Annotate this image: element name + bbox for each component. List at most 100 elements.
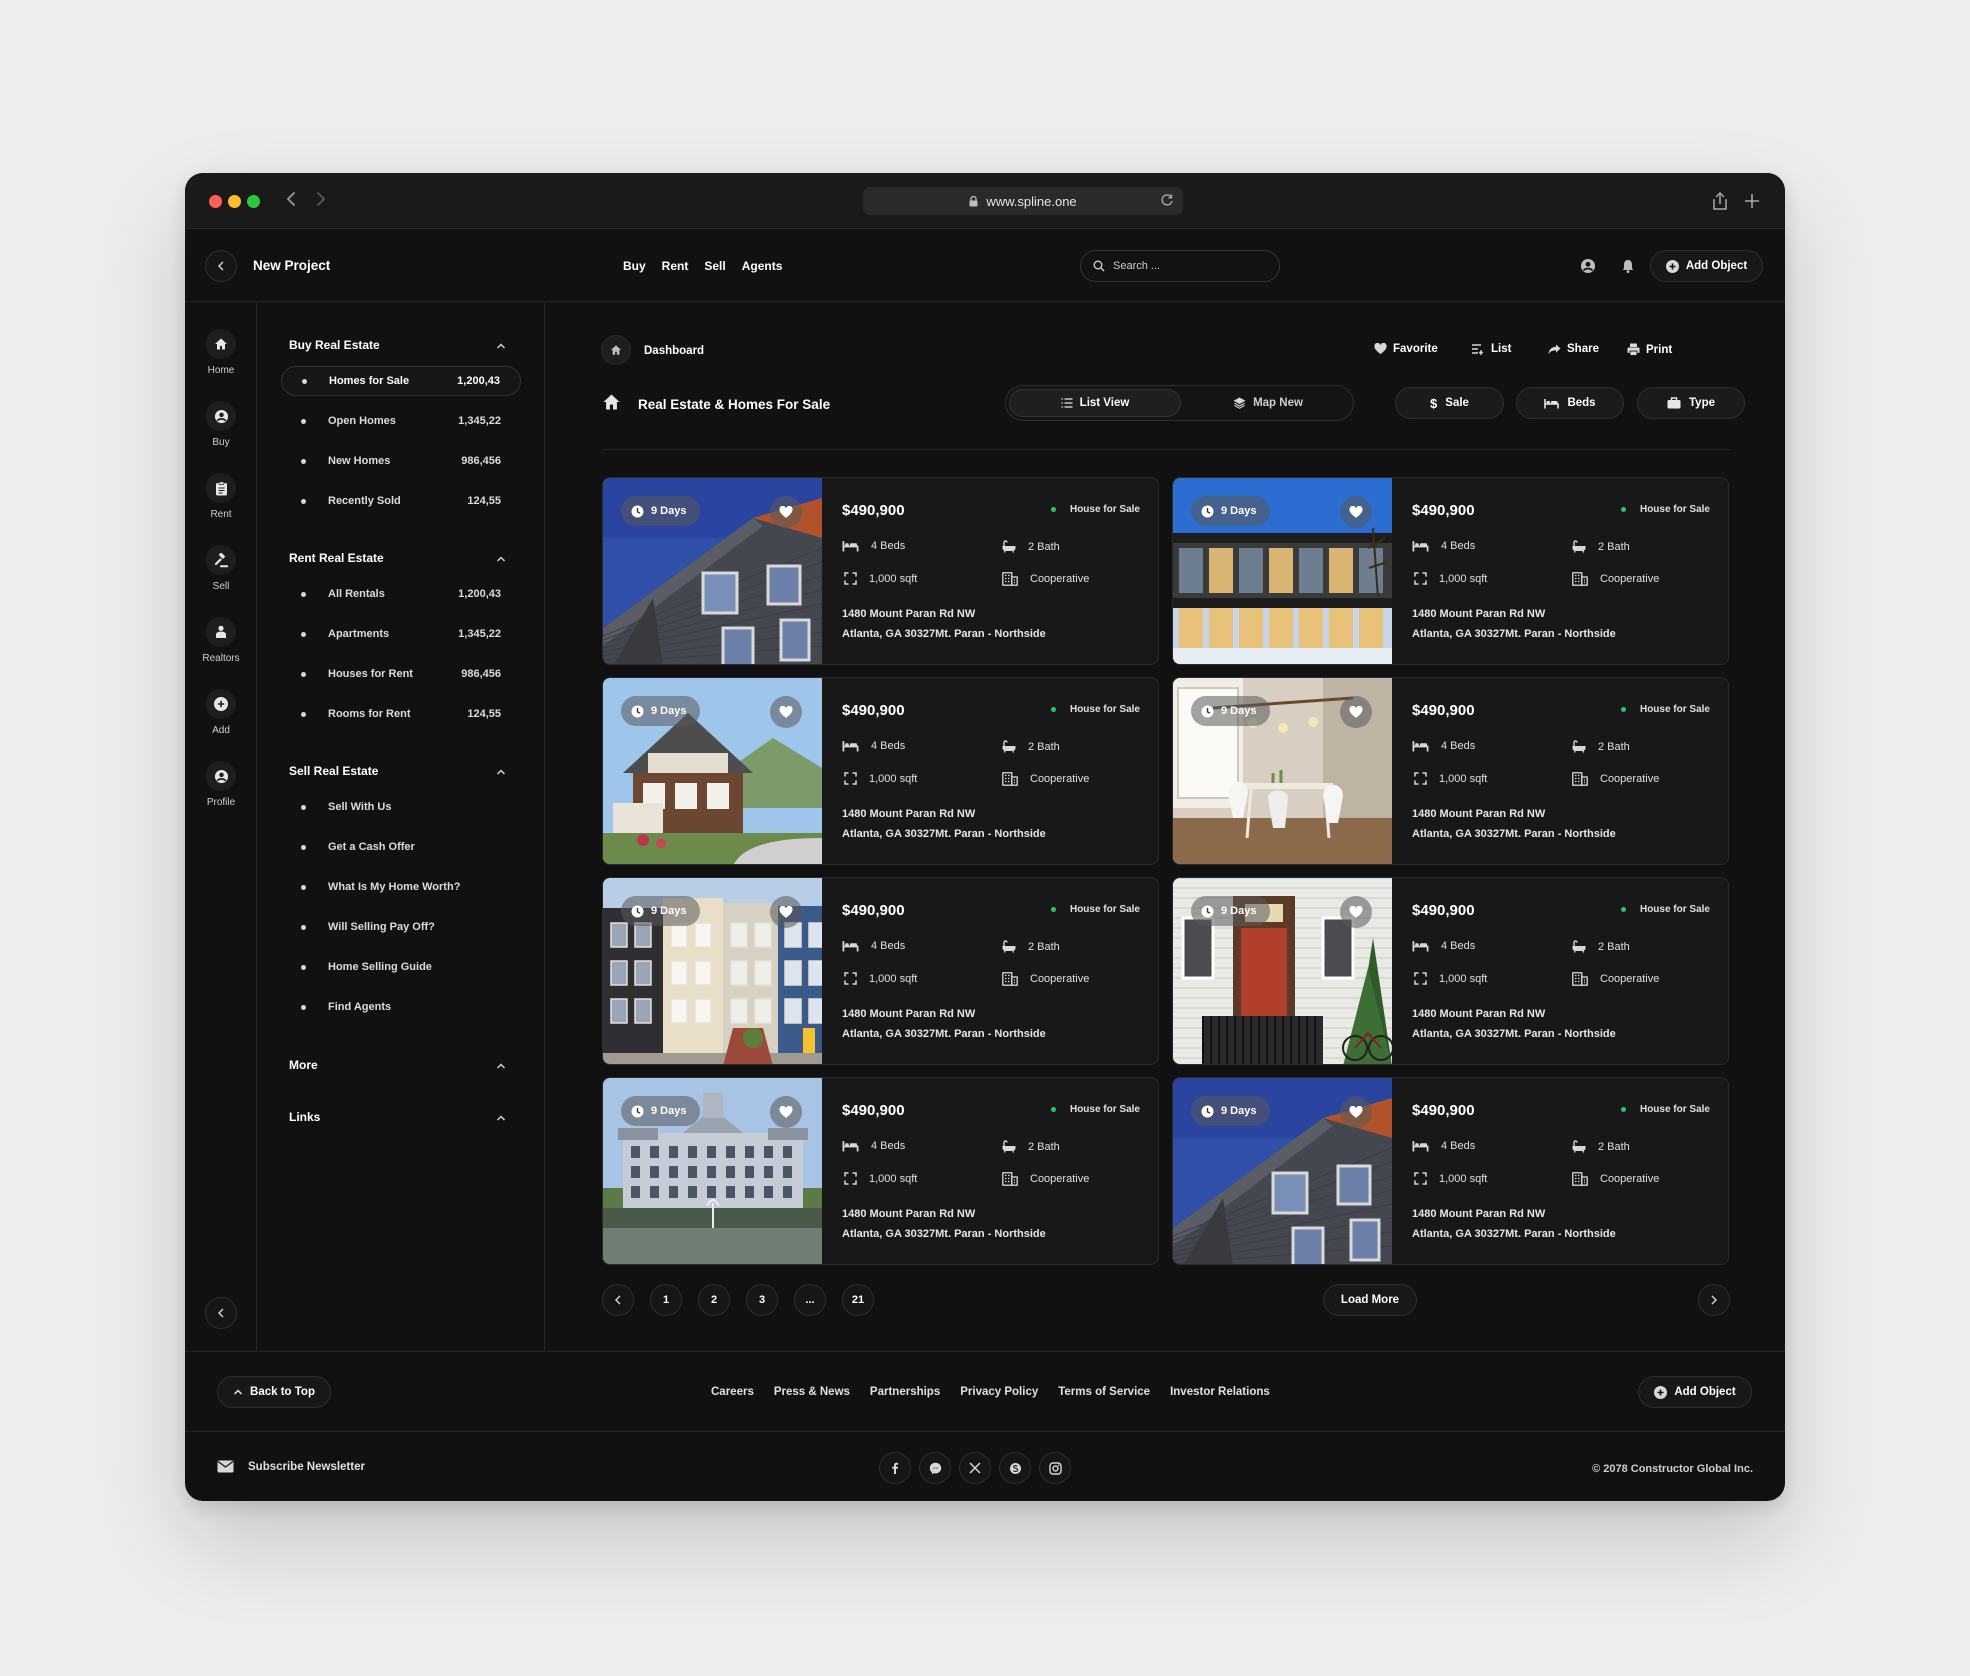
sidebar-item[interactable]: Find Agents bbox=[281, 992, 521, 1022]
rail-rent[interactable]: Rent bbox=[185, 473, 257, 520]
favorite-button[interactable] bbox=[1340, 896, 1372, 928]
reload-icon[interactable] bbox=[1159, 192, 1175, 208]
listing-card[interactable]: 9 Days $490,900 House for Sale 4 Beds 2 Bath… bbox=[1172, 1077, 1729, 1265]
action-print[interactable]: Print bbox=[1627, 343, 1672, 356]
sidebar-item[interactable]: Get a Cash Offer bbox=[281, 832, 521, 862]
favorite-button[interactable] bbox=[1340, 1096, 1372, 1128]
listing-image[interactable]: 9 Days bbox=[603, 478, 822, 664]
new-tab-plus-icon[interactable] bbox=[1741, 190, 1763, 212]
listing-image[interactable]: 9 Days bbox=[1173, 1078, 1392, 1264]
listing-card[interactable]: 9 Days $490,900 House for Sale 4 Beds 2 Bath… bbox=[1172, 477, 1729, 665]
add-object-button[interactable]: Add Object bbox=[1650, 250, 1763, 282]
nav-agents[interactable]: Agents bbox=[742, 259, 783, 273]
sidebar-item[interactable]: Home Selling Guide bbox=[281, 952, 521, 982]
close-window-dot[interactable] bbox=[209, 195, 222, 208]
chevron-up-icon[interactable] bbox=[495, 765, 507, 777]
listing-image[interactable]: 9 Days bbox=[1173, 678, 1392, 864]
minimize-window-dot[interactable] bbox=[228, 195, 241, 208]
rail-profile[interactable]: Profile bbox=[185, 761, 257, 808]
collapse-rail-button[interactable] bbox=[205, 1297, 237, 1329]
page-3[interactable]: 3 bbox=[746, 1284, 778, 1316]
sidebar-item[interactable]: Homes for Sale 1,200,43 bbox=[281, 366, 521, 396]
messenger-icon[interactable] bbox=[919, 1452, 951, 1484]
sidebar-item[interactable]: Rooms for Rent 124,55 bbox=[281, 699, 521, 729]
rail-sell[interactable]: Sell bbox=[185, 545, 257, 592]
address-bar[interactable]: www.spline.one bbox=[863, 187, 1183, 215]
next-page-button[interactable] bbox=[1698, 1284, 1730, 1316]
rail-home[interactable]: Home bbox=[185, 329, 257, 376]
footer-link-partnerships[interactable]: Partnerships bbox=[870, 1386, 940, 1398]
footer-add-object-button[interactable]: Add Object bbox=[1638, 1376, 1752, 1408]
x-icon[interactable] bbox=[959, 1452, 991, 1484]
sidebar-section-title[interactable]: Sell Real Estate bbox=[289, 764, 378, 778]
chevron-up-icon[interactable] bbox=[495, 1111, 507, 1123]
chevron-up-icon[interactable] bbox=[495, 1059, 507, 1071]
footer-link-press[interactable]: Press & News bbox=[774, 1386, 850, 1398]
sidebar-section-title[interactable]: Rent Real Estate bbox=[289, 551, 384, 565]
filter-beds[interactable]: Beds bbox=[1516, 387, 1624, 419]
listing-card[interactable]: 9 Days $490,900 House for Sale 4 Beds 2 Bath… bbox=[602, 877, 1159, 1065]
filter-type[interactable]: Type bbox=[1637, 387, 1745, 419]
favorite-button[interactable] bbox=[770, 496, 802, 528]
listing-card[interactable]: 9 Days $490,900 House for Sale 4 Beds 2 Bath… bbox=[1172, 677, 1729, 865]
nav-sell[interactable]: Sell bbox=[704, 259, 725, 273]
sidebar-section-title[interactable]: Buy Real Estate bbox=[289, 338, 380, 352]
facebook-icon[interactable] bbox=[879, 1452, 911, 1484]
sidebar-item[interactable]: All Rentals 1,200,43 bbox=[281, 579, 521, 609]
footer-link-investors[interactable]: Investor Relations bbox=[1170, 1386, 1270, 1398]
sidebar-item[interactable]: Houses for Rent 986,456 bbox=[281, 659, 521, 689]
skype-icon[interactable] bbox=[999, 1452, 1031, 1484]
page-21[interactable]: 21 bbox=[842, 1284, 874, 1316]
favorite-button[interactable] bbox=[1340, 496, 1372, 528]
breadcrumb[interactable]: Dashboard bbox=[644, 345, 704, 357]
listing-image[interactable]: 9 Days bbox=[603, 1078, 822, 1264]
sidebar-item[interactable]: Apartments 1,345,22 bbox=[281, 619, 521, 649]
subscribe-newsletter-link[interactable]: Subscribe Newsletter bbox=[217, 1460, 365, 1473]
nav-rent[interactable]: Rent bbox=[662, 259, 689, 273]
sidebar-item[interactable]: What Is My Home Worth? bbox=[281, 872, 521, 902]
listing-card[interactable]: 9 Days $490,900 House for Sale 4 Beds 2 Bath… bbox=[602, 1077, 1159, 1265]
favorite-button[interactable] bbox=[1340, 696, 1372, 728]
action-favorite[interactable]: Favorite bbox=[1374, 343, 1438, 355]
chevron-up-icon[interactable] bbox=[495, 339, 507, 351]
chevron-up-icon[interactable] bbox=[495, 552, 507, 564]
filter-sale[interactable]: $ Sale bbox=[1395, 387, 1504, 419]
sidebar-item[interactable]: New Homes 986,456 bbox=[281, 446, 521, 476]
listing-image[interactable]: 9 Days bbox=[1173, 878, 1392, 1064]
footer-link-careers[interactable]: Careers bbox=[711, 1386, 754, 1398]
action-list[interactable]: List bbox=[1471, 343, 1511, 355]
bell-icon[interactable] bbox=[1620, 258, 1636, 274]
listing-image[interactable]: 9 Days bbox=[1173, 478, 1392, 664]
list-view-button[interactable]: List View bbox=[1009, 389, 1181, 417]
page-1[interactable]: 1 bbox=[650, 1284, 682, 1316]
footer-link-privacy[interactable]: Privacy Policy bbox=[960, 1386, 1038, 1398]
listing-card[interactable]: 9 Days $490,900 House for Sale 4 Beds 2 Bath… bbox=[602, 677, 1159, 865]
breadcrumb-home-button[interactable] bbox=[601, 335, 631, 365]
rail-realtors[interactable]: Realtors bbox=[185, 617, 257, 664]
page-ellipsis[interactable]: ... bbox=[794, 1284, 826, 1316]
sidebar-item[interactable]: Recently Sold 124,55 bbox=[281, 486, 521, 516]
account-icon[interactable] bbox=[1580, 258, 1596, 274]
nav-buy[interactable]: Buy bbox=[623, 259, 646, 273]
sidebar-item[interactable]: Open Homes 1,345,22 bbox=[281, 406, 521, 436]
share-icon[interactable] bbox=[1709, 190, 1731, 212]
favorite-button[interactable] bbox=[770, 896, 802, 928]
favorite-button[interactable] bbox=[770, 696, 802, 728]
sidebar-item[interactable]: Will Selling Pay Off? bbox=[281, 912, 521, 942]
listing-image[interactable]: 9 Days bbox=[603, 878, 822, 1064]
instagram-icon[interactable] bbox=[1039, 1452, 1071, 1484]
sidebar-item[interactable]: Sell With Us bbox=[281, 792, 521, 822]
load-more-button[interactable]: Load More bbox=[1323, 1284, 1417, 1316]
sidebar-section-title[interactable]: Links bbox=[289, 1110, 320, 1124]
forward-arrow-icon[interactable] bbox=[311, 191, 331, 211]
favorite-button[interactable] bbox=[770, 1096, 802, 1128]
listing-card[interactable]: 9 Days $490,900 House for Sale 4 Beds 2 Bath… bbox=[602, 477, 1159, 665]
listing-image[interactable]: 9 Days bbox=[603, 678, 822, 864]
back-to-top-button[interactable]: Back to Top bbox=[217, 1376, 331, 1408]
prev-page-button[interactable] bbox=[602, 1284, 634, 1316]
sidebar-section-title[interactable]: More bbox=[289, 1058, 318, 1072]
listing-card[interactable]: 9 Days $490,900 House for Sale 4 Beds 2 Bath… bbox=[1172, 877, 1729, 1065]
rail-buy[interactable]: Buy bbox=[185, 401, 257, 448]
project-back-button[interactable] bbox=[205, 250, 237, 282]
map-view-button[interactable]: Map New bbox=[1184, 389, 1352, 417]
